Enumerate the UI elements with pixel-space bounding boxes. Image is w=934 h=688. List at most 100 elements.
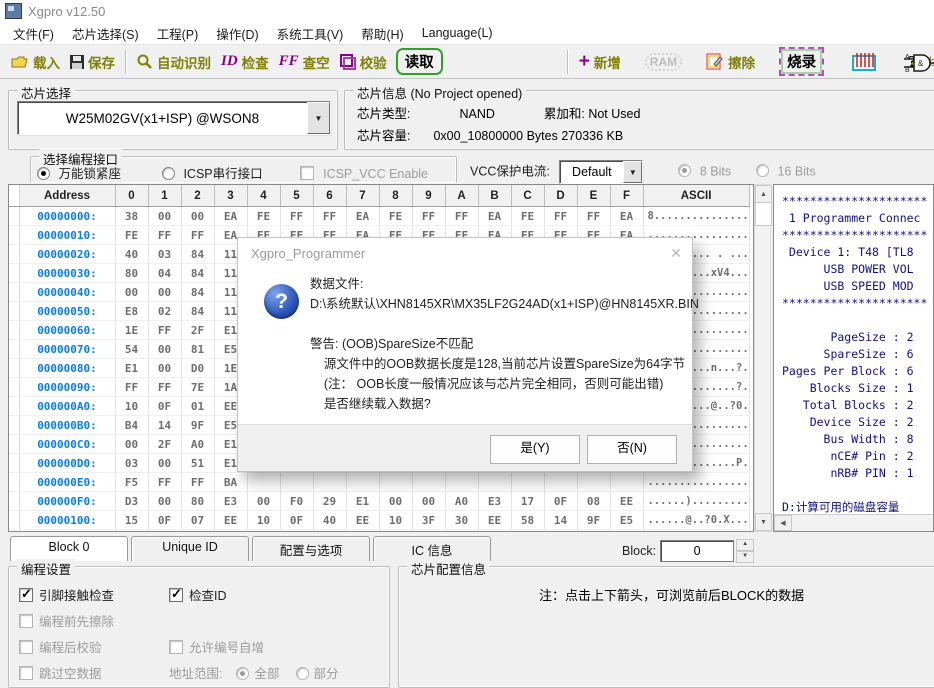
hex-byte: 02 bbox=[148, 302, 181, 321]
hex-byte: 2F bbox=[181, 321, 214, 340]
chevron-down-icon[interactable]: ▼ bbox=[307, 102, 330, 134]
scroll-up-button[interactable]: ▲ bbox=[755, 185, 772, 203]
menu-item-1[interactable]: 文件(F) bbox=[4, 22, 63, 45]
vcc-combobox[interactable]: Default ▼ bbox=[559, 160, 643, 184]
chip-capacity-label: 芯片容量: bbox=[357, 129, 410, 143]
block-value-input[interactable]: 0 bbox=[660, 540, 734, 562]
checkbox-icon[interactable] bbox=[169, 588, 183, 602]
hex-address: 00000100: bbox=[19, 511, 115, 530]
dialog-footer: 是(Y) 否(N) bbox=[238, 424, 692, 471]
bits8-label: 8 Bits bbox=[700, 164, 731, 178]
hex-byte: 30 bbox=[445, 511, 478, 530]
auto-identify-button[interactable]: 自动识别 bbox=[132, 50, 216, 74]
hex-byte: FF bbox=[115, 378, 148, 397]
hex-byte: FF bbox=[148, 378, 181, 397]
erase-button[interactable]: 擦除 bbox=[701, 50, 760, 74]
hex-byte bbox=[577, 473, 610, 492]
save-button[interactable]: 保存 bbox=[65, 50, 120, 74]
hex-column-header: D bbox=[544, 185, 577, 207]
hex-vertical-scrollbar[interactable]: ▲ ▼ bbox=[754, 184, 771, 532]
chip-type-row: 芯片类型: NAND 累加和: Not Used bbox=[357, 103, 640, 125]
icsp-radio[interactable] bbox=[162, 167, 175, 180]
dialog-title-bar: Xgpro_Programmer ✕ bbox=[238, 238, 692, 268]
hex-byte: 2F bbox=[148, 435, 181, 454]
programming-settings-group: 编程设置 引脚接触检查检查ID编程前先擦除编程后校验允许编号自增跳过空数据地址范… bbox=[8, 566, 390, 688]
hex-ascii: ......)......... bbox=[643, 492, 749, 511]
hex-address: 000000B0: bbox=[19, 416, 115, 435]
tab-3[interactable]: 配置与选项 bbox=[252, 536, 370, 561]
check-id-button[interactable]: ID 检查 bbox=[216, 50, 274, 74]
tab-2[interactable]: Unique ID bbox=[131, 536, 249, 561]
scroll-thumb[interactable] bbox=[755, 202, 772, 226]
chevron-down-icon[interactable]: ▼ bbox=[623, 161, 642, 183]
verify-button[interactable]: 校验 bbox=[335, 50, 392, 74]
hex-address: 000000D0: bbox=[19, 454, 115, 473]
dialog-message-line bbox=[310, 314, 682, 334]
toolbar-separator bbox=[567, 50, 569, 74]
hex-byte: 36 bbox=[148, 530, 181, 533]
tab-1[interactable]: Block 0 bbox=[10, 536, 128, 561]
block-up-button[interactable]: ▲ bbox=[736, 539, 754, 551]
menu-item-6[interactable]: 帮助(H) bbox=[352, 22, 412, 45]
dialog-message-line: D:\系统默认\XHN8145XR\MX35LF2G24AD(x1+ISP)@H… bbox=[310, 294, 682, 314]
menu-item-5[interactable]: 系统工具(V) bbox=[268, 22, 353, 45]
hex-byte: 9F bbox=[577, 511, 610, 530]
chip-select-combobox[interactable]: W25M02GV(x1+ISP) @WSON8 ▼ bbox=[17, 101, 331, 135]
menu-item-2[interactable]: 芯片选择(S) bbox=[63, 22, 148, 45]
close-icon[interactable]: ✕ bbox=[670, 245, 682, 262]
hex-byte: 01 bbox=[181, 397, 214, 416]
pin-detect-button[interactable] bbox=[847, 50, 881, 74]
yes-button[interactable]: 是(Y) bbox=[490, 435, 580, 464]
hex-byte: 15 bbox=[115, 511, 148, 530]
menu-item-4[interactable]: 操作(D) bbox=[207, 22, 267, 45]
program-button[interactable]: 烧录 bbox=[774, 45, 829, 78]
scroll-down-button[interactable]: ▼ bbox=[755, 513, 772, 531]
menu-item-7[interactable]: Language(L) bbox=[413, 24, 502, 42]
checksum-value: Not Used bbox=[588, 107, 640, 121]
read-button[interactable]: 读取 bbox=[392, 48, 447, 75]
menu-item-3[interactable]: 工程(P) bbox=[148, 22, 208, 45]
setting-disabled: 编程前先擦除 bbox=[19, 611, 169, 630]
hex-byte: FE bbox=[511, 207, 544, 226]
hex-byte bbox=[478, 473, 511, 492]
hex-byte: 10 bbox=[115, 397, 148, 416]
add-button[interactable]: + 新增 bbox=[574, 50, 626, 74]
hex-byte: E3 bbox=[478, 492, 511, 511]
setting-enabled[interactable]: 引脚接触检查 bbox=[19, 585, 169, 604]
ram-icon: RAM bbox=[645, 53, 682, 71]
log-horizontal-scrollbar[interactable]: ◀ bbox=[774, 514, 934, 531]
blank-check-button[interactable]: FF 查空 bbox=[274, 50, 335, 74]
hex-byte: 81 bbox=[181, 340, 214, 359]
hex-byte: E3 bbox=[214, 492, 247, 511]
hex-byte: EA bbox=[610, 207, 643, 226]
scroll-left-button[interactable]: ◀ bbox=[774, 515, 792, 531]
checkbox-icon[interactable] bbox=[19, 588, 33, 602]
socket-radio[interactable] bbox=[37, 167, 50, 180]
setting-enabled[interactable]: 检查ID bbox=[169, 585, 389, 604]
checkbox-label: 引脚接触检查 bbox=[39, 589, 114, 603]
hex-byte: EE bbox=[214, 511, 247, 530]
block-down-button[interactable]: ▼ bbox=[736, 551, 754, 563]
tab-4[interactable]: IC 信息 bbox=[373, 536, 491, 561]
hex-byte: 10 bbox=[412, 530, 445, 533]
ram-button: RAM bbox=[640, 51, 687, 73]
open-folder-icon bbox=[11, 55, 29, 69]
vcc-value: Default bbox=[560, 165, 623, 179]
hex-byte: B4 bbox=[115, 416, 148, 435]
load-button[interactable]: 载入 bbox=[6, 50, 65, 74]
no-button[interactable]: 否(N) bbox=[587, 435, 677, 464]
hex-byte: 00 bbox=[148, 207, 181, 226]
hex-byte: BA bbox=[214, 473, 247, 492]
hex-row: 000000E0:F5FFFFBA................ bbox=[9, 473, 749, 492]
title-bar: Xgpro v12.50 bbox=[0, 0, 934, 22]
hex-byte: E0 bbox=[214, 530, 247, 533]
block-browse-note: 注：点击上下箭头，可浏览前后BLOCK的数据 bbox=[539, 585, 804, 604]
hex-address: 00000020: bbox=[19, 245, 115, 264]
hex-row: 00000110:A33601E00000A0E30010A0E3002FA0E… bbox=[9, 530, 749, 533]
hex-byte: FF bbox=[148, 321, 181, 340]
logic-gate-icon[interactable]: AB& bbox=[904, 53, 934, 76]
hex-column-header: 6 bbox=[313, 185, 346, 207]
hex-byte: 17 bbox=[511, 492, 544, 511]
hex-byte: 0F bbox=[280, 511, 313, 530]
hex-column-header: ASCII bbox=[643, 185, 749, 207]
